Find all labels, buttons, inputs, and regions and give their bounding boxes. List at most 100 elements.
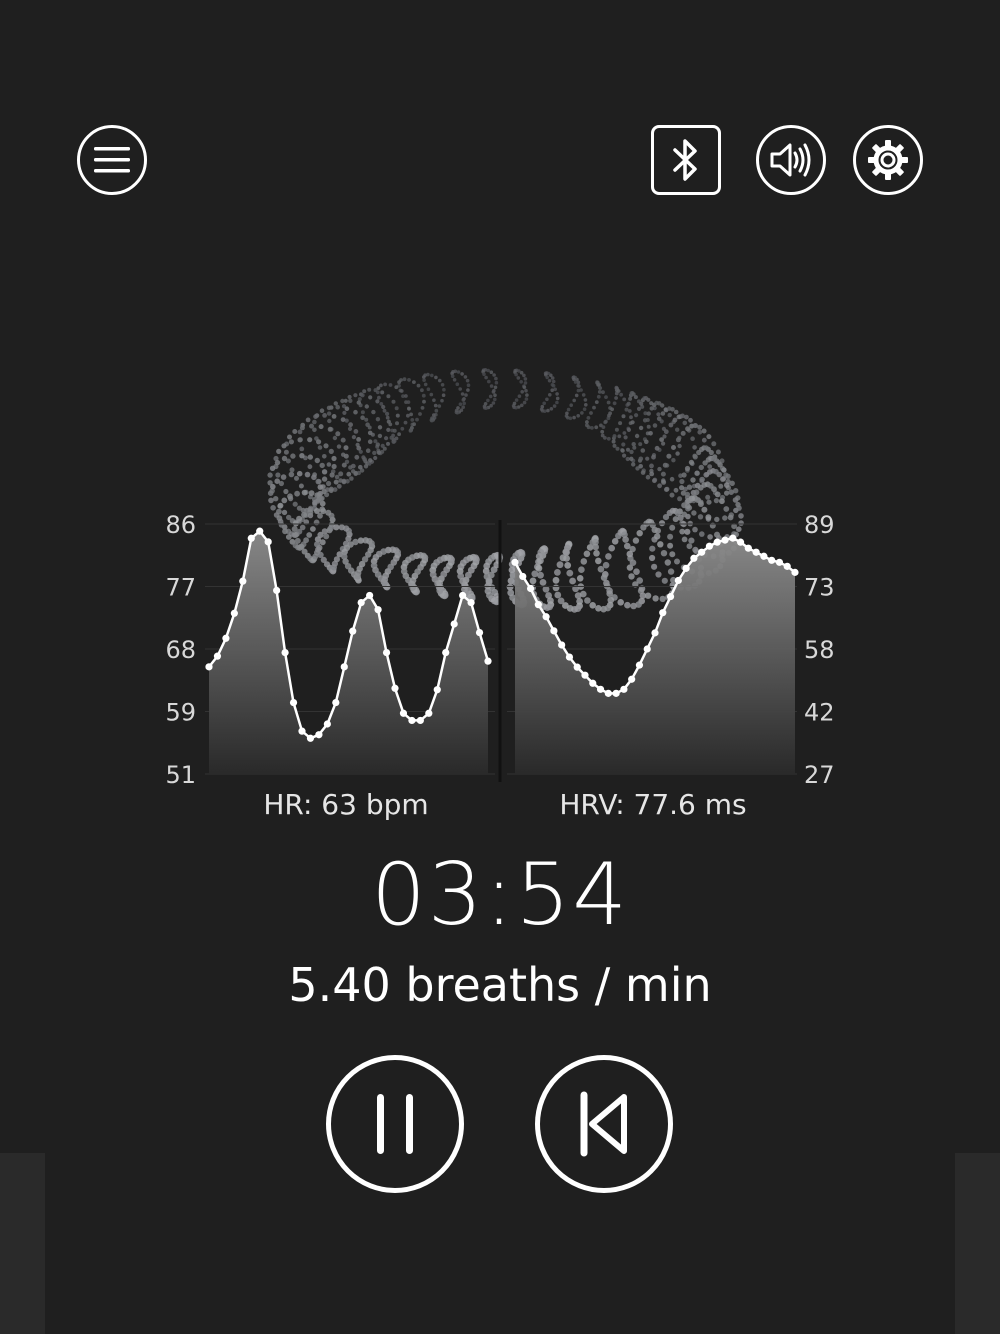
hrv-data-point: [628, 675, 636, 683]
hr-data-point: [399, 709, 408, 717]
hr-data-point: [459, 591, 467, 600]
hr-data-point: [315, 731, 323, 739]
biofeedback-charts: 86 77 68 59 51 89 73 58 42 27: [165, 511, 835, 789]
hr-data-point: [247, 534, 255, 542]
hrv-data-point: [526, 584, 535, 593]
right-edge-panel: [955, 1153, 1000, 1334]
skip-back-icon: [580, 1091, 627, 1157]
hrv-data-point: [752, 548, 760, 556]
hrv-tick-label: 42: [804, 699, 835, 727]
hrv-data-point: [511, 558, 519, 566]
hrv-data-point: [581, 671, 589, 679]
pause-icon: [377, 1094, 413, 1154]
hr-data-point: [433, 686, 441, 694]
hrv-data-point: [791, 568, 799, 576]
hr-data-point: [484, 657, 492, 665]
session-timer: 03:54: [371, 845, 629, 945]
hr-data-point: [442, 648, 450, 657]
hr-data-point: [213, 652, 222, 660]
hrv-data-point: [550, 627, 558, 635]
hrv-data-point: [736, 538, 745, 546]
hr-data-point: [332, 698, 340, 707]
hrv-data-point: [768, 556, 776, 564]
hr-data-point: [298, 727, 306, 735]
hr-tick-label: 59: [165, 699, 196, 727]
hr-data-point: [475, 628, 484, 637]
hamburger-menu-icon: [94, 147, 130, 173]
hrv-data-point: [760, 552, 768, 560]
hrv-data-point: [612, 689, 620, 697]
left-edge-panel: [0, 1153, 45, 1334]
hrv-data-point: [604, 689, 612, 697]
hrv-data-point: [596, 685, 605, 693]
hr-tick-label: 86: [165, 511, 196, 539]
hr-data-point: [205, 663, 213, 671]
hr-data-point: [425, 709, 433, 717]
hrv-data-point: [729, 534, 737, 542]
hr-data-point: [382, 648, 391, 657]
hrv-data-point: [659, 609, 667, 617]
hrv-data-point: [666, 592, 675, 601]
hrv-area: [515, 538, 795, 774]
hrv-data-point: [565, 653, 574, 661]
pause-button[interactable]: [326, 1055, 464, 1193]
hrv-data-point: [783, 562, 791, 570]
hr-data-point: [416, 716, 424, 725]
restart-button[interactable]: [535, 1055, 673, 1193]
speaker-volume-icon: [770, 143, 811, 177]
hr-data-point: [450, 620, 458, 628]
menu-button[interactable]: [77, 125, 147, 195]
hr-data-point: [289, 698, 298, 707]
hr-tick-label: 77: [165, 574, 196, 602]
hrv-data-point: [635, 661, 644, 669]
bluetooth-button[interactable]: [651, 125, 721, 195]
hrv-data-point: [690, 554, 698, 562]
hr-data-point: [366, 591, 374, 600]
hrv-data-point: [651, 629, 659, 637]
hrv-data-point: [744, 544, 752, 552]
hr-tick-label: 68: [165, 636, 196, 664]
hrv-data-point: [705, 542, 714, 550]
hrv-data-point: [721, 536, 729, 544]
breathing-rate: 5.40 breaths / min: [288, 958, 712, 1012]
hr-data-point: [323, 720, 331, 728]
hr-data-point: [374, 606, 382, 614]
hrv-tick-label: 89: [804, 511, 835, 539]
hr-data-point: [340, 663, 348, 671]
hr-data-point: [306, 734, 315, 742]
hrv-tick-label: 58: [804, 636, 835, 664]
hrv-data-point: [620, 685, 628, 693]
hr-data-point: [239, 577, 247, 585]
hr-data-point: [349, 627, 357, 635]
hrv-data-point: [713, 538, 721, 546]
hr-data-point: [264, 538, 272, 546]
hr-data-point: [391, 684, 399, 692]
hr-readout: HR: 63 bpm: [263, 788, 429, 821]
hr-data-point: [408, 716, 416, 725]
hr-data-point: [273, 586, 281, 595]
hr-data-point: [256, 527, 264, 535]
gear-icon: [868, 140, 908, 180]
hrv-data-point: [643, 645, 651, 653]
hr-data-point: [357, 598, 365, 607]
hrv-tick-label: 73: [804, 574, 835, 602]
hrv-data-point: [682, 564, 690, 572]
sound-button[interactable]: [756, 125, 826, 195]
hr-data-point: [467, 598, 475, 607]
hr-data-point: [230, 609, 238, 617]
hrv-data-point: [558, 641, 566, 649]
bluetooth-icon: [673, 139, 697, 181]
hr-data-point: [222, 634, 230, 642]
hrv-data-point: [534, 601, 542, 609]
hrv-data-point: [698, 548, 706, 556]
hrv-readout: HRV: 77.6 ms: [559, 788, 747, 821]
settings-button[interactable]: [853, 125, 923, 195]
hrv-data-point: [519, 572, 527, 581]
hrv-tick-label: 27: [804, 761, 835, 789]
hrv-data-point: [775, 558, 784, 566]
hrv-data-point: [589, 679, 597, 687]
hrv-data-point: [542, 613, 550, 621]
hrv-data-point: [573, 663, 581, 671]
hrv-data-point: [674, 576, 682, 585]
hr-tick-label: 51: [165, 761, 196, 789]
